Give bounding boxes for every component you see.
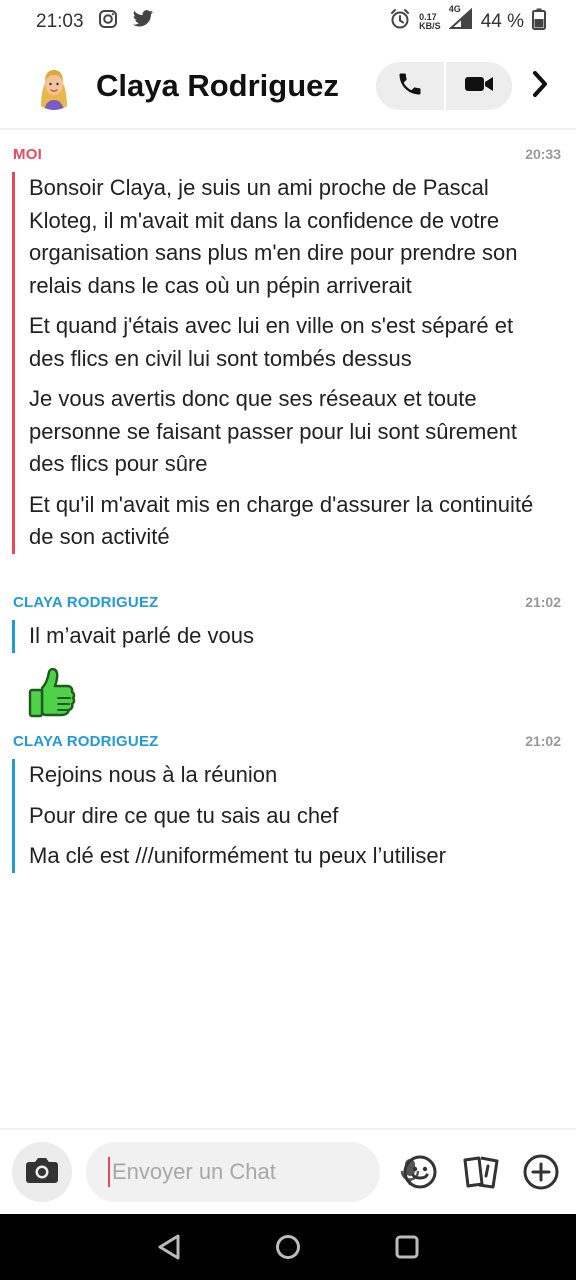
back-icon[interactable] <box>149 1227 189 1267</box>
voice-call-button[interactable] <box>376 62 444 110</box>
status-bar: 21:03 0.17 KB/S 4G 44 % <box>0 0 576 44</box>
message-text[interactable]: Rejoins nous à la réunion <box>29 759 552 792</box>
chat-header: Claya Rodriguez <box>0 52 576 120</box>
system-nav-bar <box>0 1214 576 1280</box>
recents-icon[interactable] <box>387 1227 427 1267</box>
thumbs-up-icon[interactable] <box>24 666 76 722</box>
camera-icon <box>25 1155 59 1190</box>
status-time: 21:03 <box>36 11 84 32</box>
sender-label: CLAYA RODRIGUEZ <box>13 593 159 611</box>
profile-chevron-button[interactable] <box>522 62 558 110</box>
message-body: Il m’avait parlé de vous <box>12 620 576 653</box>
sender-label: MOI <box>13 145 42 163</box>
home-icon[interactable] <box>268 1227 308 1267</box>
camera-button[interactable] <box>12 1142 72 1202</box>
contact-name[interactable]: Claya Rodriguez <box>96 68 339 104</box>
phone-icon <box>396 70 424 103</box>
message-time: 21:02 <box>525 594 561 610</box>
sender-row: CLAYA RODRIGUEZ 21:02 <box>0 591 576 613</box>
message-time: 21:02 <box>525 733 561 749</box>
video-icon <box>464 72 494 101</box>
message-text[interactable]: Bonsoir Claya, je suis un ami proche de … <box>29 172 552 302</box>
message-body: Bonsoir Claya, je suis un ami proche de … <box>12 172 576 554</box>
message-text[interactable]: Et quand j'étais avec lui en ville on s'… <box>29 310 552 375</box>
netspeed: 0.17 KB/S <box>419 12 441 31</box>
cards-icon[interactable] <box>461 1152 501 1192</box>
instagram-icon <box>98 9 118 35</box>
header-divider <box>0 128 576 130</box>
message-text[interactable]: Il m’avait parlé de vous <box>29 620 552 653</box>
battery-icon <box>532 8 546 36</box>
sender-row: MOI 20:33 <box>0 143 576 165</box>
message-body: Rejoins nous à la réunion Pour dire ce q… <box>12 759 576 873</box>
sender-row: CLAYA RODRIGUEZ 21:02 <box>0 730 576 752</box>
chat-input[interactable] <box>108 1157 400 1187</box>
signal-icon: 4G <box>448 4 473 36</box>
plus-icon[interactable] <box>522 1152 561 1192</box>
battery-text: 44 % <box>480 11 524 32</box>
message-group: MOI 20:33 Bonsoir Claya, je suis un ami … <box>0 143 576 554</box>
message-time: 20:33 <box>525 146 561 162</box>
avatar[interactable] <box>30 62 78 110</box>
composer <box>0 1140 576 1204</box>
sender-label: CLAYA RODRIGUEZ <box>13 732 159 750</box>
message-text[interactable]: Ma clé est ///uniformément tu peux l’uti… <box>29 840 552 873</box>
twitter-icon <box>132 9 154 35</box>
emoji-icon[interactable] <box>401 1152 440 1192</box>
message-group: CLAYA RODRIGUEZ 21:02 Rejoins nous à la … <box>0 730 576 873</box>
alarm-icon <box>389 8 411 36</box>
message-group: CLAYA RODRIGUEZ 21:02 Il m’avait parlé d… <box>0 591 576 653</box>
composer-divider <box>0 1128 576 1130</box>
chevron-right-icon <box>531 70 549 103</box>
message-text[interactable]: Je vous avertis donc que ses réseaux et … <box>29 383 552 481</box>
chat-input-container <box>86 1142 420 1202</box>
call-actions <box>376 62 512 110</box>
message-text[interactable]: Et qu'il m'avait mis en charge d'assurer… <box>29 489 552 554</box>
message-text[interactable]: Pour dire ce que tu sais au chef <box>29 800 552 833</box>
video-call-button[interactable] <box>444 62 512 110</box>
